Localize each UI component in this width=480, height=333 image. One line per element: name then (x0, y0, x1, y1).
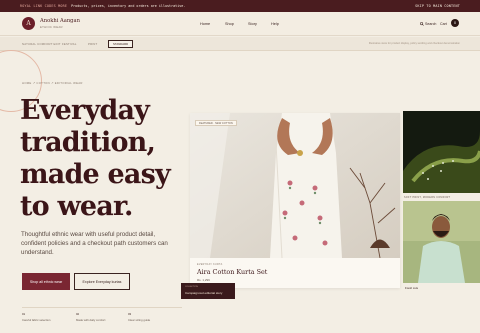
filter-item-print[interactable]: PRINT (88, 42, 97, 46)
model-image (403, 201, 480, 283)
side-label: Fresh cuts (405, 286, 419, 290)
cart-count-badge[interactable]: 0 (451, 19, 459, 27)
stat-item: 01 Careful fabric selection (22, 312, 50, 322)
stat-number: 03 (128, 312, 132, 316)
product-image (190, 113, 400, 258)
product-category: EVERYDAY KURTA (197, 263, 223, 266)
search-label: Search (425, 22, 437, 26)
stat-number: 02 (76, 312, 80, 316)
nav-help[interactable]: Help (271, 22, 279, 26)
stat-item: 02 Made with daily comfort (76, 312, 105, 322)
brand-logo[interactable]: A (22, 17, 35, 30)
featured-product-card[interactable]: FEATURED · NEW COTTON EVERYDAY KURTA Air… (190, 113, 400, 288)
brand-subtitle: ETHNIC WEAR (40, 25, 63, 29)
stat-label: Clear sizing guide (128, 318, 151, 322)
stat-item: 03 Clear sizing guide (128, 312, 150, 322)
nav-story[interactable]: Story (248, 22, 257, 26)
side-image-model[interactable] (403, 201, 480, 283)
product-tag: FEATURED · NEW COTTON (195, 120, 237, 126)
logo-letter: A (26, 20, 31, 27)
hero-description: Thoughtful ethnic wear with useful produ… (21, 231, 168, 256)
fabric-image (403, 111, 480, 193)
brand-name[interactable]: Anokhi Aangan (40, 18, 80, 24)
skip-to-content-link[interactable]: SKIP TO MAIN CONTENT (415, 4, 460, 8)
cart-link[interactable]: Cart (440, 22, 447, 26)
announcement-message: Products, prices, inventory and orders a… (71, 4, 186, 8)
stat-label: Made with daily comfort (76, 318, 106, 322)
stat-label: Careful fabric selection (22, 318, 51, 322)
shop-all-button[interactable]: Shop all ethnic wear (22, 273, 70, 290)
filter-bar: NATURAL COMFORT EDIT FESTIVAL PRINT STAN… (0, 37, 480, 51)
announcement-tag: ROYAL LINK CODES MORE (20, 4, 68, 8)
filter-item-natural[interactable]: NATURAL COMFORT EDIT (22, 42, 61, 46)
explore-kurtas-button[interactable]: Explore Everyday kurtas (74, 273, 130, 290)
collection-label: COLLECTION (185, 286, 198, 288)
nav-home[interactable]: Home (200, 22, 210, 26)
product-name[interactable]: Aira Cotton Kurta Set (197, 268, 267, 276)
search-button[interactable]: Search (420, 22, 436, 26)
collection-text: Campaign-led editorial story (185, 291, 223, 295)
announcement-bar: ROYAL LINK CODES MORE Products, prices, … (0, 0, 480, 12)
filter-note: Illustrative store for product display, … (368, 42, 460, 45)
search-icon (420, 22, 424, 26)
stat-number: 01 (22, 312, 26, 316)
breadcrumb: HOME ↗ COTTON ↗ EDITORIAL WEAR (22, 81, 83, 85)
hero-title: Everyday tradition, made easy to wear. (20, 95, 171, 222)
side-image-fabric[interactable] (403, 111, 480, 193)
collection-card[interactable]: COLLECTION Campaign-led editorial story (181, 283, 235, 299)
side-caption: SOFT PRINT, MODERN COMFORT (404, 196, 451, 199)
filter-item-festival[interactable]: FESTIVAL (62, 42, 77, 46)
nav-shop[interactable]: Shop (225, 22, 234, 26)
site-header: A Anokhi Aangan ETHNIC WEAR Home Shop St… (0, 12, 480, 36)
product-price: Rs. 1,299 (197, 278, 210, 282)
divider (22, 307, 182, 308)
filter-chip-active[interactable]: STANDARD (108, 40, 134, 48)
